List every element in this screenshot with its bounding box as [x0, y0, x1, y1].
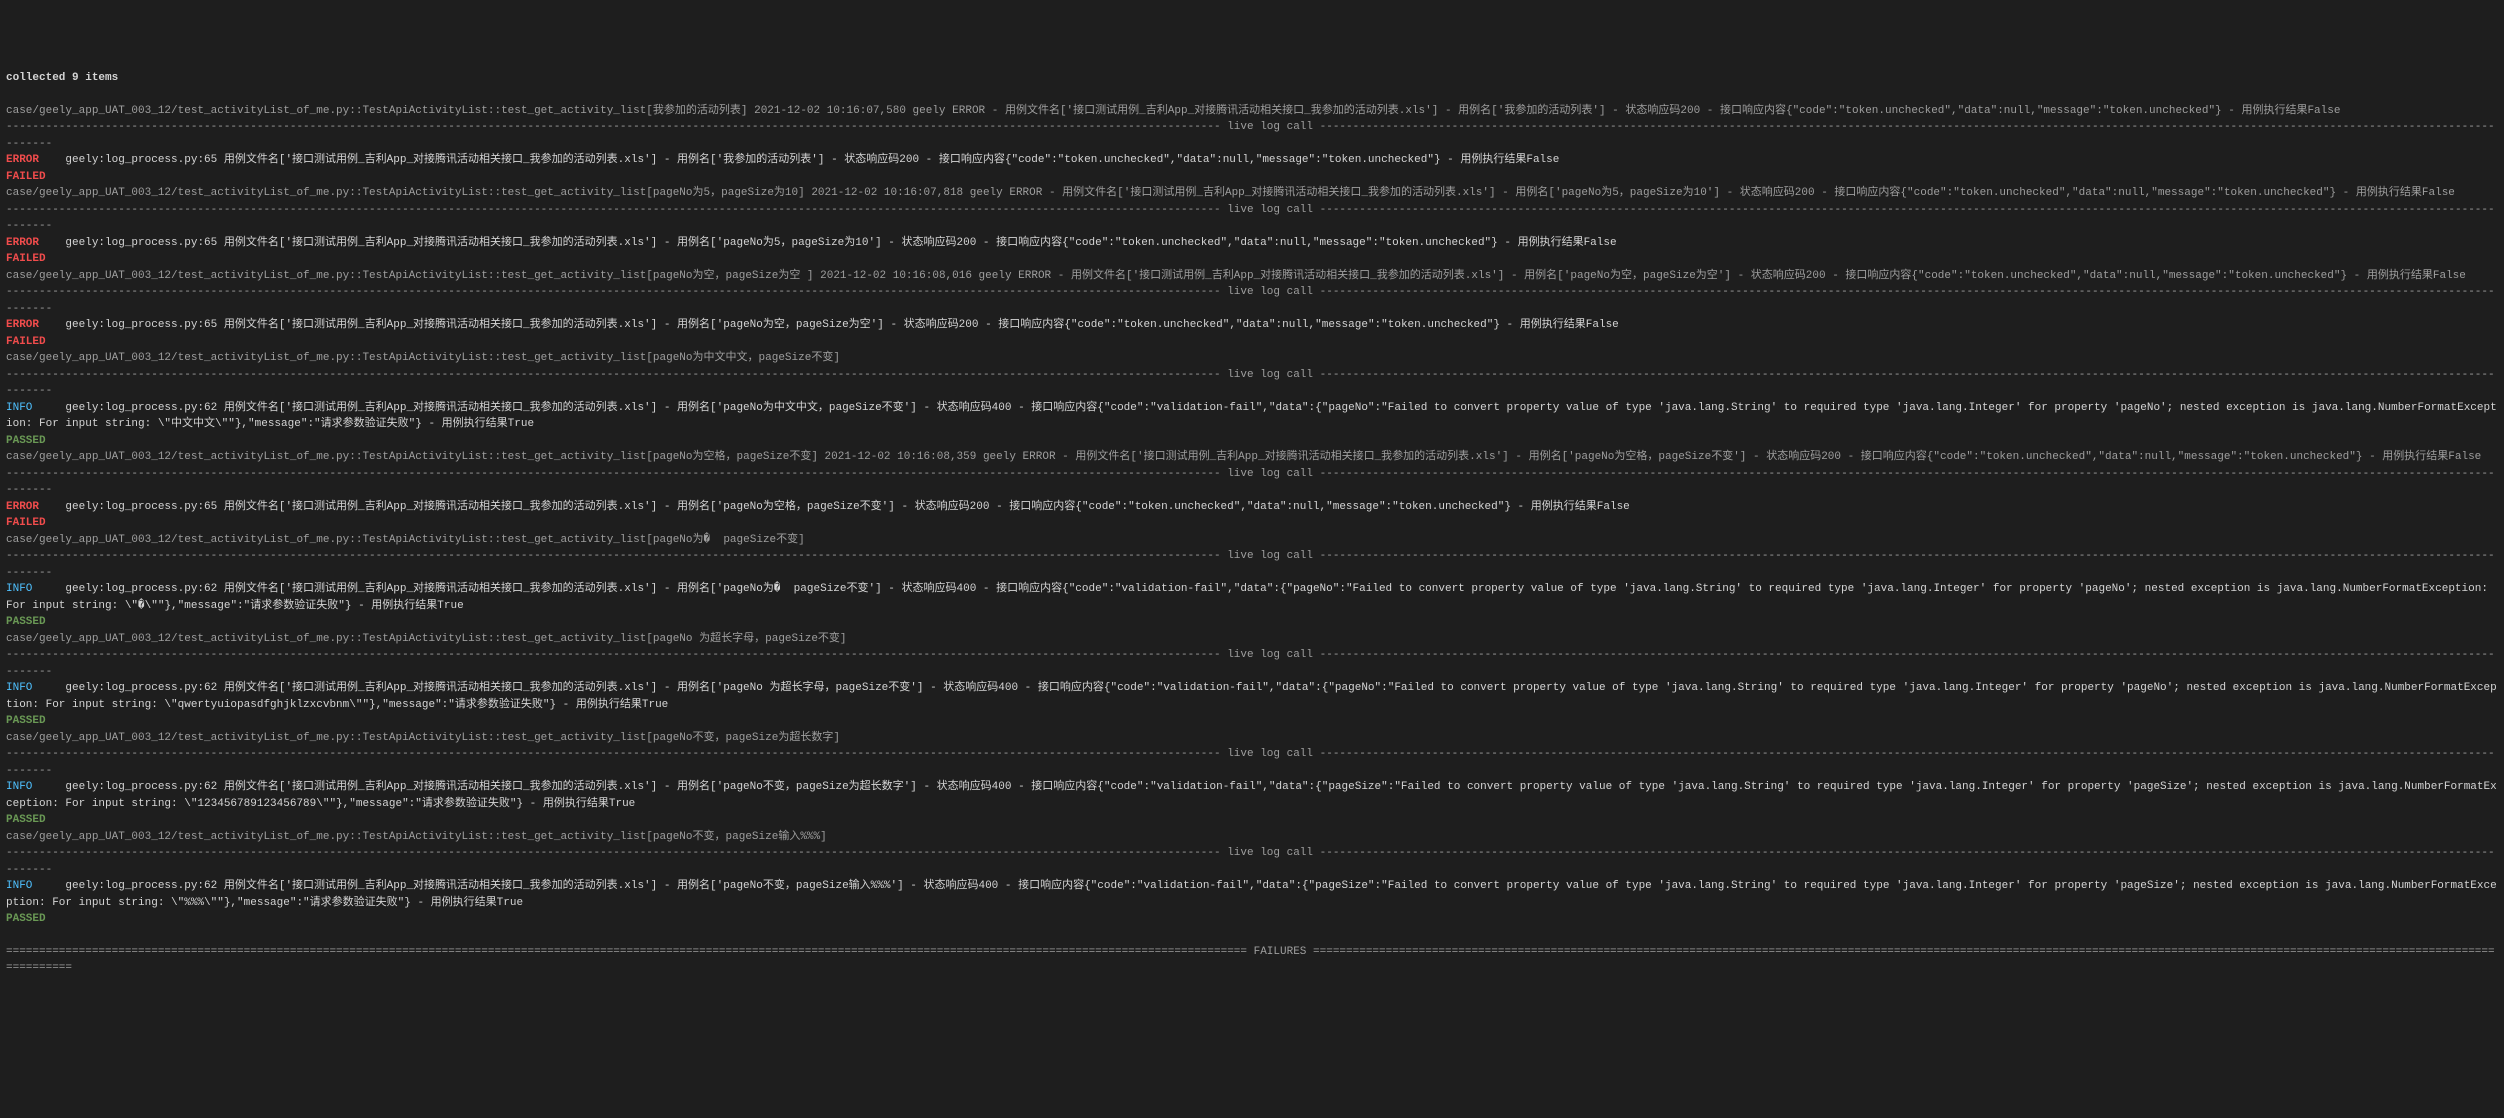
collected-header: collected 9 items — [6, 70, 2498, 87]
log-message: geely:log_process.py:65 用例文件名['接口测试用例_吉利… — [39, 154, 1559, 166]
test-call-line: case/geely_app_UAT_003_12/test_activityL… — [6, 449, 2498, 466]
failures-separator: ========================================… — [6, 944, 2498, 977]
log-line: INFO geely:log_process.py:62 用例文件名['接口测试… — [6, 779, 2498, 812]
log-message: geely:log_process.py:65 用例文件名['接口测试用例_吉利… — [39, 501, 1630, 513]
log-level: ERROR — [6, 237, 39, 249]
test-call-line: case/geely_app_UAT_003_12/test_activityL… — [6, 532, 2498, 549]
test-status: FAILED — [6, 251, 2498, 268]
log-message: geely:log_process.py:65 用例文件名['接口测试用例_吉利… — [39, 319, 1619, 331]
log-message: geely:log_process.py:62 用例文件名['接口测试用例_吉利… — [6, 781, 2497, 810]
test-call-line: case/geely_app_UAT_003_12/test_activityL… — [6, 268, 2498, 285]
test-status: PASSED — [6, 433, 2498, 450]
test-call-line: case/geely_app_UAT_003_12/test_activityL… — [6, 350, 2498, 367]
log-level: ERROR — [6, 319, 39, 331]
log-line: INFO geely:log_process.py:62 用例文件名['接口测试… — [6, 400, 2498, 433]
log-line: INFO geely:log_process.py:62 用例文件名['接口测试… — [6, 878, 2498, 911]
log-message: geely:log_process.py:62 用例文件名['接口测试用例_吉利… — [6, 682, 2497, 711]
live-log-separator: ----------------------------------------… — [6, 466, 2498, 499]
log-message: geely:log_process.py:62 用例文件名['接口测试用例_吉利… — [6, 880, 2497, 909]
log-level: ERROR — [6, 154, 39, 166]
log-message: geely:log_process.py:62 用例文件名['接口测试用例_吉利… — [6, 583, 2495, 612]
test-status: PASSED — [6, 614, 2498, 631]
log-line: ERROR geely:log_process.py:65 用例文件名['接口测… — [6, 317, 2498, 334]
log-message: geely:log_process.py:62 用例文件名['接口测试用例_吉利… — [6, 402, 2497, 431]
live-log-separator: ----------------------------------------… — [6, 647, 2498, 680]
log-message: geely:log_process.py:65 用例文件名['接口测试用例_吉利… — [39, 237, 1617, 249]
test-call-line: case/geely_app_UAT_003_12/test_activityL… — [6, 730, 2498, 747]
log-level: ERROR — [6, 501, 39, 513]
log-line: INFO geely:log_process.py:62 用例文件名['接口测试… — [6, 581, 2498, 614]
test-call-line: case/geely_app_UAT_003_12/test_activityL… — [6, 631, 2498, 648]
test-status: PASSED — [6, 812, 2498, 829]
log-line: ERROR geely:log_process.py:65 用例文件名['接口测… — [6, 235, 2498, 252]
live-log-separator: ----------------------------------------… — [6, 548, 2498, 581]
log-line: ERROR geely:log_process.py:65 用例文件名['接口测… — [6, 152, 2498, 169]
live-log-separator: ----------------------------------------… — [6, 367, 2498, 400]
log-level: INFO — [6, 880, 32, 892]
live-log-separator: ----------------------------------------… — [6, 119, 2498, 152]
test-call-line: case/geely_app_UAT_003_12/test_activityL… — [6, 829, 2498, 846]
log-line: INFO geely:log_process.py:62 用例文件名['接口测试… — [6, 680, 2498, 713]
log-level: INFO — [6, 583, 32, 595]
test-status: PASSED — [6, 713, 2498, 730]
live-log-separator: ----------------------------------------… — [6, 746, 2498, 779]
test-status: FAILED — [6, 515, 2498, 532]
test-call-line: case/geely_app_UAT_003_12/test_activityL… — [6, 103, 2498, 120]
log-line: ERROR geely:log_process.py:65 用例文件名['接口测… — [6, 499, 2498, 516]
test-status: PASSED — [6, 911, 2498, 928]
terminal-output: collected 9 items case/geely_app_UAT_003… — [6, 70, 2498, 977]
test-call-line: case/geely_app_UAT_003_12/test_activityL… — [6, 185, 2498, 202]
live-log-separator: ----------------------------------------… — [6, 202, 2498, 235]
test-status: FAILED — [6, 334, 2498, 351]
live-log-separator: ----------------------------------------… — [6, 845, 2498, 878]
log-level: INFO — [6, 682, 32, 694]
live-log-separator: ----------------------------------------… — [6, 284, 2498, 317]
test-status: FAILED — [6, 169, 2498, 186]
log-level: INFO — [6, 781, 32, 793]
log-level: INFO — [6, 402, 32, 414]
